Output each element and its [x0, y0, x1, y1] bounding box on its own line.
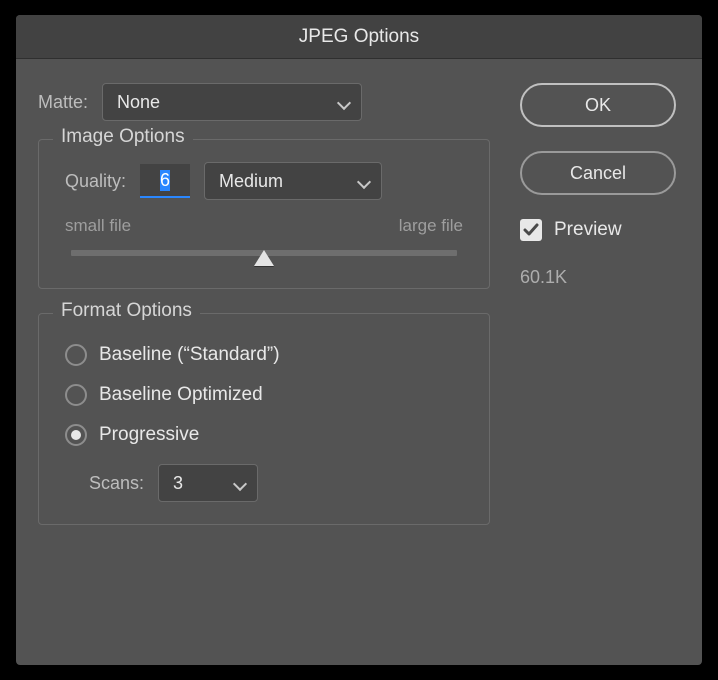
- ok-button[interactable]: OK: [520, 83, 676, 127]
- quality-row: Quality: Medium: [65, 162, 463, 200]
- preview-checkbox[interactable]: [520, 219, 542, 241]
- file-size-text: 60.1K: [520, 267, 680, 288]
- dialog-content: Matte: None Image Options Quality: Mediu…: [16, 59, 702, 567]
- radio-baseline-standard[interactable]: Baseline (“Standard”): [65, 344, 463, 366]
- jpeg-options-dialog: JPEG Options Matte: None Image Options Q…: [16, 15, 702, 665]
- preview-checkbox-row[interactable]: Preview: [520, 219, 680, 241]
- radio-icon: [65, 344, 87, 366]
- quality-label: Quality:: [65, 171, 126, 192]
- dialog-title: JPEG Options: [299, 26, 419, 48]
- radio-label-baseline-optimized: Baseline Optimized: [99, 384, 263, 406]
- matte-dropdown[interactable]: None: [102, 83, 362, 121]
- matte-value: None: [117, 92, 160, 113]
- radio-icon: [65, 424, 87, 446]
- left-column: Matte: None Image Options Quality: Mediu…: [38, 83, 490, 549]
- ok-button-label: OK: [585, 95, 611, 116]
- scans-row: Scans: 3: [89, 464, 463, 502]
- cancel-button[interactable]: Cancel: [520, 151, 676, 195]
- radio-label-progressive: Progressive: [99, 424, 199, 446]
- chevron-down-icon: [357, 174, 371, 188]
- scans-value: 3: [173, 473, 183, 494]
- large-file-label: large file: [399, 216, 463, 236]
- scans-dropdown[interactable]: 3: [158, 464, 258, 502]
- titlebar: JPEG Options: [16, 15, 702, 59]
- quality-input[interactable]: [140, 164, 190, 198]
- quality-preset-dropdown[interactable]: Medium: [204, 162, 382, 200]
- image-options-group: Image Options Quality: Medium small file…: [38, 139, 490, 289]
- chevron-down-icon: [233, 476, 247, 490]
- image-options-legend: Image Options: [53, 126, 193, 148]
- matte-row: Matte: None: [38, 83, 490, 121]
- cancel-button-label: Cancel: [570, 163, 626, 184]
- quality-slider[interactable]: [71, 250, 457, 256]
- slider-labels: small file large file: [65, 216, 463, 236]
- matte-label: Matte:: [38, 92, 88, 113]
- small-file-label: small file: [65, 216, 131, 236]
- chevron-down-icon: [337, 95, 351, 109]
- right-column: OK Cancel Preview 60.1K: [520, 83, 680, 549]
- format-options-legend: Format Options: [53, 300, 200, 322]
- check-icon: [523, 222, 539, 238]
- radio-label-baseline-standard: Baseline (“Standard”): [99, 344, 280, 366]
- radio-baseline-optimized[interactable]: Baseline Optimized: [65, 384, 463, 406]
- slider-thumb-icon[interactable]: [254, 250, 274, 266]
- quality-preset-value: Medium: [219, 171, 283, 192]
- preview-label: Preview: [554, 219, 622, 241]
- format-options-group: Format Options Baseline (“Standard”) Bas…: [38, 313, 490, 525]
- radio-icon: [65, 384, 87, 406]
- scans-label: Scans:: [89, 473, 144, 494]
- radio-progressive[interactable]: Progressive: [65, 424, 463, 446]
